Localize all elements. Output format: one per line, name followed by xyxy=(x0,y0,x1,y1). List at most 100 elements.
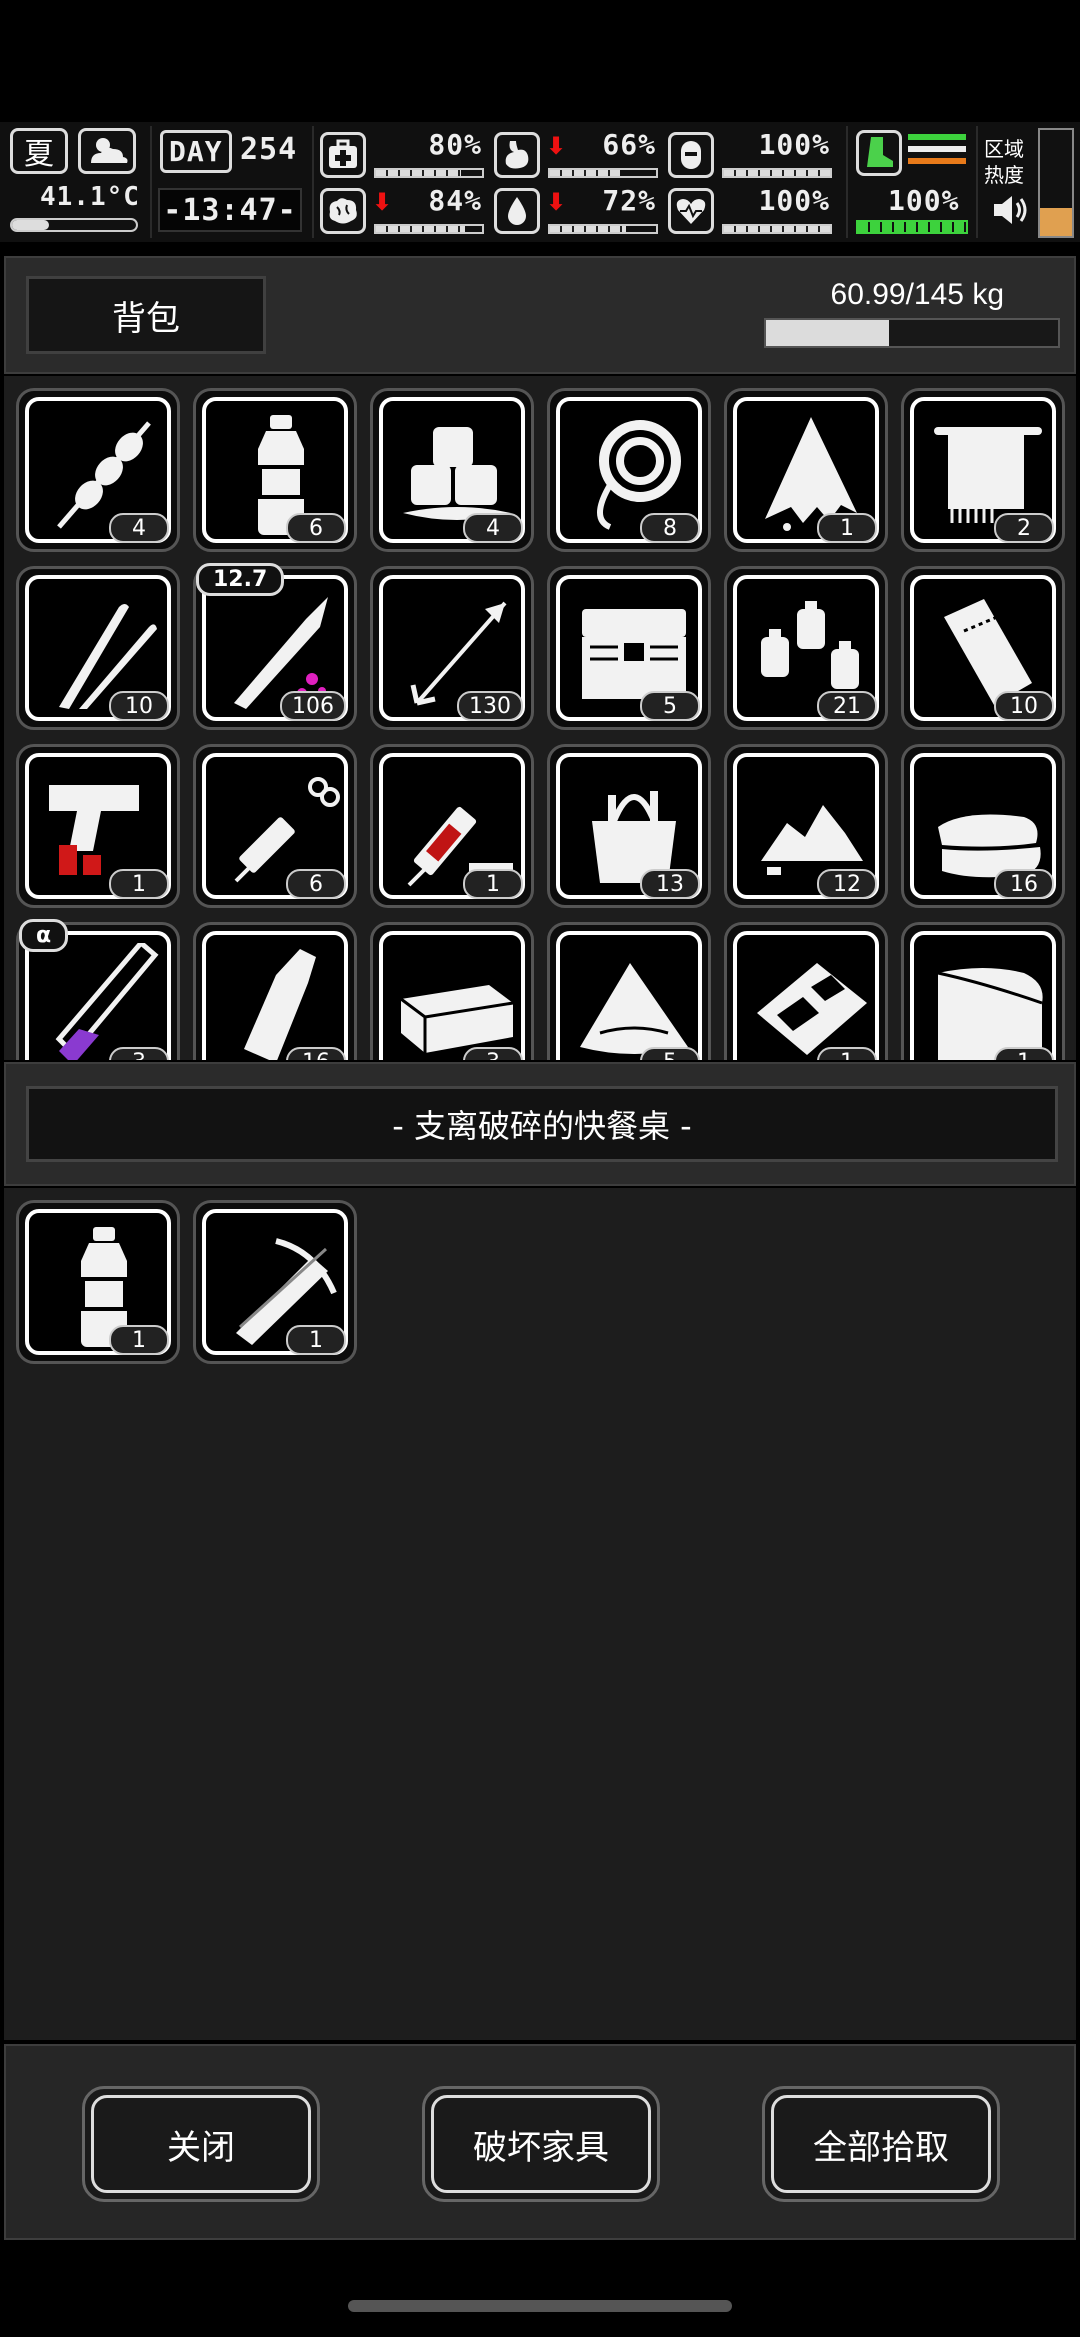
hunger-down-arrow: ⬇ xyxy=(546,132,567,160)
item-count: 10 xyxy=(109,691,169,721)
item-count: 3 xyxy=(109,1047,169,1060)
backpack-item-slot[interactable]: 1 xyxy=(901,922,1065,1060)
backpack-item-slot[interactable]: 2 xyxy=(901,388,1065,552)
container-grid[interactable]: 11 xyxy=(4,1188,1076,2040)
stamina-value: 100% xyxy=(888,184,960,217)
item-count: 5 xyxy=(640,691,700,721)
heart-icon xyxy=(668,188,714,234)
backpack-item-slot[interactable]: 13 xyxy=(547,744,711,908)
item-count: 10 xyxy=(994,691,1054,721)
container-title: - 支离破碎的快餐桌 - xyxy=(26,1086,1058,1162)
weight-bar-fill xyxy=(766,320,889,346)
sound-icon[interactable] xyxy=(990,192,1030,228)
brain-icon xyxy=(320,188,366,234)
home-indicator[interactable] xyxy=(348,2300,732,2312)
backpack-item-slot[interactable]: 21 xyxy=(724,566,888,730)
backpack-item-slot[interactable]: 12 xyxy=(724,744,888,908)
weight-readout: 60.99/145 kg xyxy=(830,278,1004,311)
item-count: 16 xyxy=(286,1047,346,1060)
item-count: 1 xyxy=(817,1047,877,1060)
backpack-item-slot[interactable]: 6 xyxy=(193,744,357,908)
cloth-roll-icon xyxy=(937,968,1043,1060)
weight-bar xyxy=(764,318,1060,348)
item-count: 1 xyxy=(109,869,169,899)
zone-heat-meter xyxy=(1038,128,1074,238)
health-stat: 80% xyxy=(320,128,490,182)
alpha-vial-icon xyxy=(55,943,159,1060)
backpack-item-slot[interactable]: 4 xyxy=(16,388,180,552)
health-bar-fill xyxy=(376,170,461,176)
item-count: 1 xyxy=(286,1325,346,1355)
hunger-stat: ⬇ 66% xyxy=(494,128,664,182)
day-number: 254 xyxy=(240,132,298,167)
item-count: 12 xyxy=(817,869,877,899)
clock-readout: -13:47- xyxy=(158,188,302,232)
item-count: 1 xyxy=(994,1047,1054,1060)
status-hud: 夏 41.1°C DAY 254 -13:47- 80% ⬇ 66% 100% … xyxy=(0,122,1080,242)
day-label: DAY xyxy=(160,130,232,173)
season-label: 夏 xyxy=(24,137,54,172)
tile-tray-icon xyxy=(757,963,867,1055)
medkit-icon xyxy=(320,132,366,178)
backpack-tab[interactable]: 背包 xyxy=(26,276,266,354)
backpack-item-slot[interactable]: 4 xyxy=(370,388,534,552)
temperature-readout: 41.1°C xyxy=(40,182,140,212)
container-item-slot[interactable]: 1 xyxy=(16,1200,180,1364)
item-count: 1 xyxy=(817,513,877,543)
item-tag: α xyxy=(19,919,69,952)
item-count: 4 xyxy=(109,513,169,543)
heart-stat: 100% xyxy=(668,184,838,238)
glass-bottle-icon xyxy=(244,949,316,1060)
backpack-item-slot[interactable]: 1 xyxy=(370,744,534,908)
backpack-header: 背包 60.99/145 kg xyxy=(4,256,1076,374)
backpack-item-slot[interactable]: 1 xyxy=(16,744,180,908)
backpack-item-slot[interactable]: 5 xyxy=(547,922,711,1060)
pickup-all-button[interactable]: 全部拾取 xyxy=(762,2086,1000,2202)
backpack-item-slot[interactable]: 16 xyxy=(901,744,1065,908)
backpack-item-slot[interactable]: 16 xyxy=(193,922,357,1060)
water-drop-icon xyxy=(494,188,540,234)
stamina-bar xyxy=(856,220,968,234)
item-count: 2 xyxy=(994,513,1054,543)
backpack-item-slot[interactable]: 5 xyxy=(547,566,711,730)
sanity-down-arrow: ⬇ xyxy=(372,188,393,216)
item-count: 1 xyxy=(463,869,523,899)
container-item-slot[interactable]: 1 xyxy=(193,1200,357,1364)
close-button[interactable]: 关闭 xyxy=(82,2086,320,2202)
item-count: 6 xyxy=(286,513,346,543)
destroy-furniture-button[interactable]: 破坏家具 xyxy=(422,2086,660,2202)
backpack-item-slot[interactable]: 10 xyxy=(901,566,1065,730)
item-count: 13 xyxy=(640,869,700,899)
item-count: 6 xyxy=(286,869,346,899)
powder-pile-icon xyxy=(580,963,688,1054)
backpack-item-slot[interactable]: 8 xyxy=(547,388,711,552)
boot-icon xyxy=(856,130,902,176)
item-count: 8 xyxy=(640,513,700,543)
stomach-icon xyxy=(494,132,540,178)
item-count: 16 xyxy=(994,869,1054,899)
bladder-stat: 100% xyxy=(668,128,838,182)
backpack-item-slot[interactable]: 1 xyxy=(724,922,888,1060)
zone-heat-label: 区域 热度 xyxy=(984,137,1024,187)
backpack-item-slot[interactable]: 3α xyxy=(16,919,180,1060)
stamina-stripes xyxy=(908,134,966,164)
backpack-item-slot[interactable]: 106 12.7 xyxy=(193,563,357,730)
thermometer-bar xyxy=(10,218,138,232)
backpack-item-slot[interactable]: 3 xyxy=(370,922,534,1060)
thirst-down-arrow: ⬇ xyxy=(546,188,567,216)
container-header: - 支离破碎的快餐桌 - xyxy=(4,1062,1076,1186)
weather-icon xyxy=(78,128,136,174)
backpack-item-slot[interactable]: 1 xyxy=(724,388,888,552)
item-count: 130 xyxy=(457,691,523,721)
item-count: 1 xyxy=(109,1325,169,1355)
backpack-item-slot[interactable]: 6 xyxy=(193,388,357,552)
cash-bundle-icon xyxy=(400,985,514,1053)
item-count: 5 xyxy=(640,1047,700,1060)
item-tag: 12.7 xyxy=(196,563,285,596)
item-count: 106 xyxy=(280,691,346,721)
backpack-item-slot[interactable]: 130 xyxy=(370,566,534,730)
sanity-stat: ⬇ 84% xyxy=(320,184,490,238)
backpack-grid[interactable]: 4648121010612.7130521101611312163α163511 xyxy=(4,376,1076,1060)
backpack-item-slot[interactable]: 10 xyxy=(16,566,180,730)
item-count: 4 xyxy=(463,513,523,543)
